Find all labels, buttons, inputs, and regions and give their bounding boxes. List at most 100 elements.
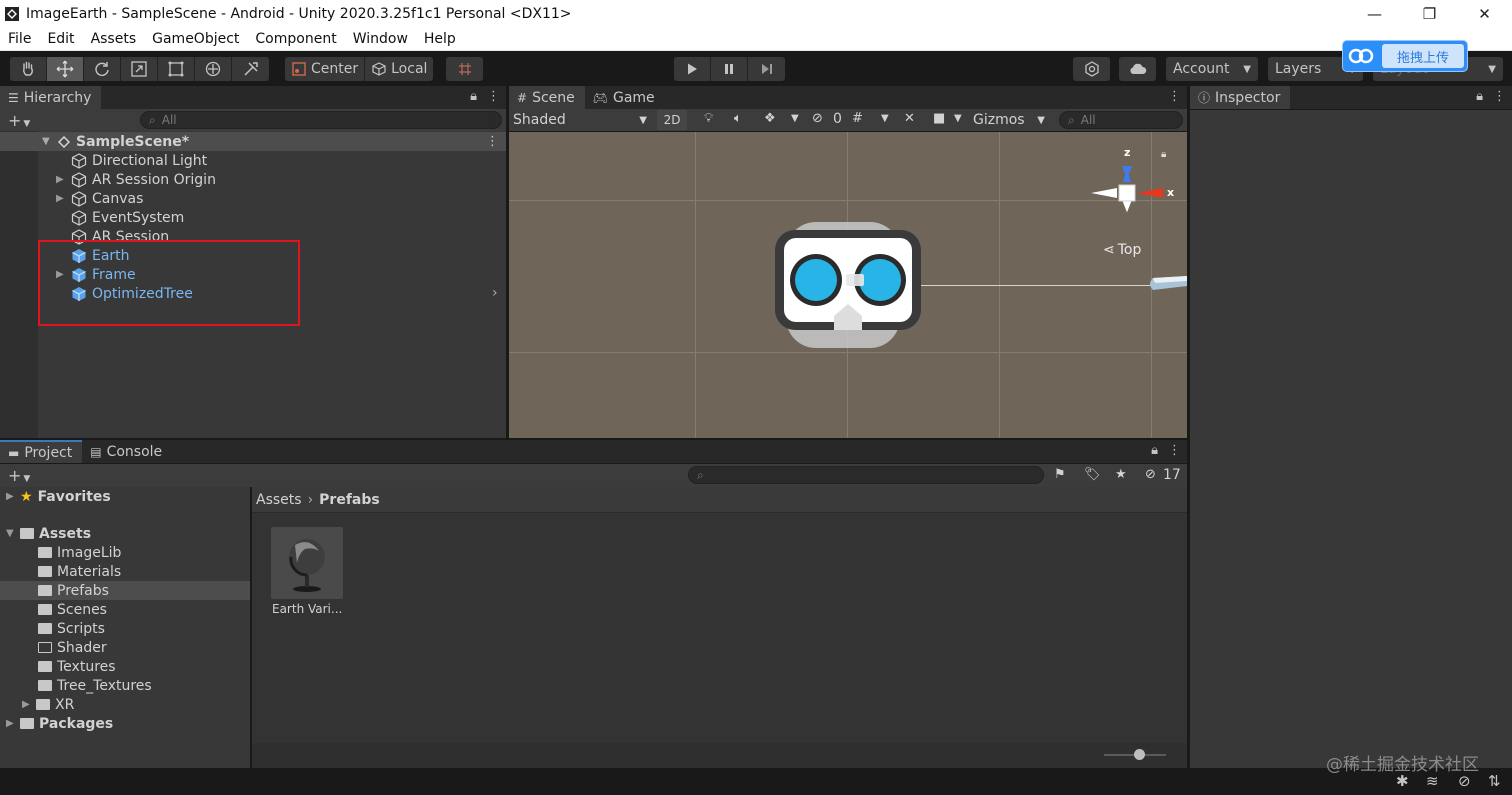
toggle-2d-button[interactable]: 2D [657,110,687,130]
hidden-packages-icon[interactable]: ⊘ [1145,467,1156,482]
hidden-objects-icon[interactable]: ⊘ [812,111,823,126]
tree-folder-tree-textures[interactable]: Tree_Textures [38,676,152,695]
asset-thumbnail[interactable] [271,527,343,599]
panel-divider[interactable] [1187,86,1190,768]
expand-arrow-icon[interactable]: ▼ [6,528,20,539]
expand-arrow-icon[interactable]: ▼ [42,136,50,147]
account-dropdown[interactable]: Account ▼ [1166,57,1258,81]
panel-divider[interactable] [250,487,252,768]
maximize-button[interactable]: ❐ [1402,0,1457,27]
gizmos-dropdown[interactable]: Gizmos ▼ [969,109,1049,131]
tree-assets[interactable]: ▼ Assets [6,524,91,543]
expand-arrow-icon[interactable]: ▶ [6,718,20,729]
menu-file[interactable]: File [0,31,39,47]
tree-packages[interactable]: ▶ Packages [6,714,113,733]
tab-inspector[interactable]: ⓘ Inspector [1190,86,1291,109]
tree-folder-scenes[interactable]: Scenes [38,600,107,619]
tree-folder-scripts[interactable]: Scripts [38,619,105,638]
move-tool-button[interactable] [47,57,84,81]
filter-by-type-icon[interactable]: ⚑ [1054,467,1066,482]
lock-icon[interactable]: 🔒︎ [470,89,477,104]
tools-icon[interactable]: ✕ [904,111,915,126]
network-icon[interactable]: ⇅ [1488,772,1501,790]
shading-mode-dropdown[interactable]: Shaded ▼ [509,109,651,131]
effects-toggle-icon[interactable]: ❖ [764,111,776,126]
menu-assets[interactable]: Assets [83,31,145,47]
tab-hierarchy[interactable]: ☰ Hierarchy [0,86,102,109]
pivot-local-button[interactable]: Local [365,57,433,81]
upload-widget[interactable]: 拖拽上传 [1343,41,1467,71]
kebab-menu-icon[interactable]: ⋮ [1168,89,1181,104]
rect-tool-button[interactable] [158,57,195,81]
gizmo-lock-icon[interactable]: 🔒︎ [1161,149,1166,160]
tree-folder-materials[interactable]: Materials [38,562,121,581]
lock-icon[interactable]: 🔒︎ [1151,443,1158,458]
camera-icon[interactable]: ■ [933,111,945,126]
audio-toggle-icon[interactable]: 🔈︎ [734,111,742,126]
hand-tool-button[interactable] [10,57,47,81]
vr-goggles-icon[interactable] [774,220,924,350]
slider-handle[interactable] [1134,749,1145,760]
collab-button[interactable] [1073,57,1110,81]
cloud-button[interactable] [1119,57,1156,81]
grid-toggle-icon[interactable]: # [852,111,863,126]
lighting-toggle-icon[interactable]: 💡︎ [704,111,713,126]
expand-arrow-icon[interactable]: ▶ [56,193,70,204]
chevron-down-icon[interactable]: ▼ [954,113,962,124]
tab-game[interactable]: 🎮︎ Game [584,86,665,109]
tree-folder-prefabs[interactable]: Prefabs [38,581,109,600]
lock-icon[interactable]: 🔒︎ [1476,89,1483,104]
chevron-down-icon[interactable]: ▼ [881,113,889,124]
menu-window[interactable]: Window [345,31,416,47]
close-button[interactable]: ✕ [1457,0,1512,27]
project-search-input[interactable]: ⌕ [688,466,1044,484]
filter-by-label-icon[interactable]: 🏷︎ [1084,467,1101,482]
chevron-down-icon[interactable]: ▼ [791,113,799,124]
menu-help[interactable]: Help [416,31,464,47]
tree-folder-shader[interactable]: Shader [38,638,107,657]
tab-scene[interactable]: # Scene [509,86,585,109]
hierarchy-search-input[interactable]: ⌕ All [140,111,502,129]
hierarchy-item-canvas[interactable]: ▶ Canvas [56,189,143,208]
scene-object-mesh[interactable] [1145,272,1187,296]
view-orientation-label[interactable]: ⋖ Top [1103,242,1141,258]
menu-edit[interactable]: Edit [39,31,82,47]
scale-tool-button[interactable] [121,57,158,81]
kebab-menu-icon[interactable]: ⋮ [1493,89,1506,104]
expand-arrow-icon[interactable]: ▶ [22,699,36,710]
menu-component[interactable]: Component [247,31,344,47]
tree-favorites[interactable]: ▶ ★ Favorites [6,487,111,506]
breadcrumb-root[interactable]: Assets [256,492,302,508]
rotate-tool-button[interactable] [84,57,121,81]
pivot-center-button[interactable]: Center [285,57,366,81]
breadcrumb-current[interactable]: Prefabs [319,492,380,508]
kebab-menu-icon[interactable]: ⋮ [1168,443,1181,458]
minimize-button[interactable]: — [1347,0,1402,27]
grid-snap-button[interactable] [446,57,483,81]
tab-project[interactable]: ▬ Project [0,440,83,463]
expand-arrow-icon[interactable]: ▶ [56,174,70,185]
expand-arrow-icon[interactable]: ▶ [6,491,20,502]
step-button[interactable] [748,57,785,81]
favorite-star-icon[interactable]: ★ [1115,467,1127,482]
scene-root-row[interactable]: ▼ SampleScene* ⋮ [0,132,506,151]
custom-tool-button[interactable] [232,57,269,81]
chevron-right-icon[interactable]: › [492,285,498,301]
hierarchy-item-directional-light[interactable]: Directional Light [56,151,207,170]
panel-divider[interactable] [506,86,509,440]
tab-console[interactable]: ▤ Console [82,440,173,463]
hierarchy-item-eventsystem[interactable]: EventSystem [56,208,184,227]
scene-viewport[interactable]: z x 🔒︎ ⋖ Top [509,132,1187,438]
menu-gameobject[interactable]: GameObject [144,31,247,47]
pause-button[interactable] [711,57,748,81]
hierarchy-item-ar-session-origin[interactable]: ▶ AR Session Origin [56,170,216,189]
add-object-button[interactable]: + ▼ [8,111,30,130]
create-asset-button[interactable]: + ▼ [8,466,30,485]
transform-tool-button[interactable] [195,57,232,81]
kebab-menu-icon[interactable]: ⋮ [487,89,500,104]
tree-folder-xr[interactable]: ▶ XR [22,695,74,714]
scene-menu-icon[interactable]: ⋮ [486,134,499,149]
tree-folder-imagelib[interactable]: ImageLib [38,543,121,562]
tree-folder-textures[interactable]: Textures [38,657,116,676]
scene-search-input[interactable]: ⌕ All [1059,111,1183,129]
